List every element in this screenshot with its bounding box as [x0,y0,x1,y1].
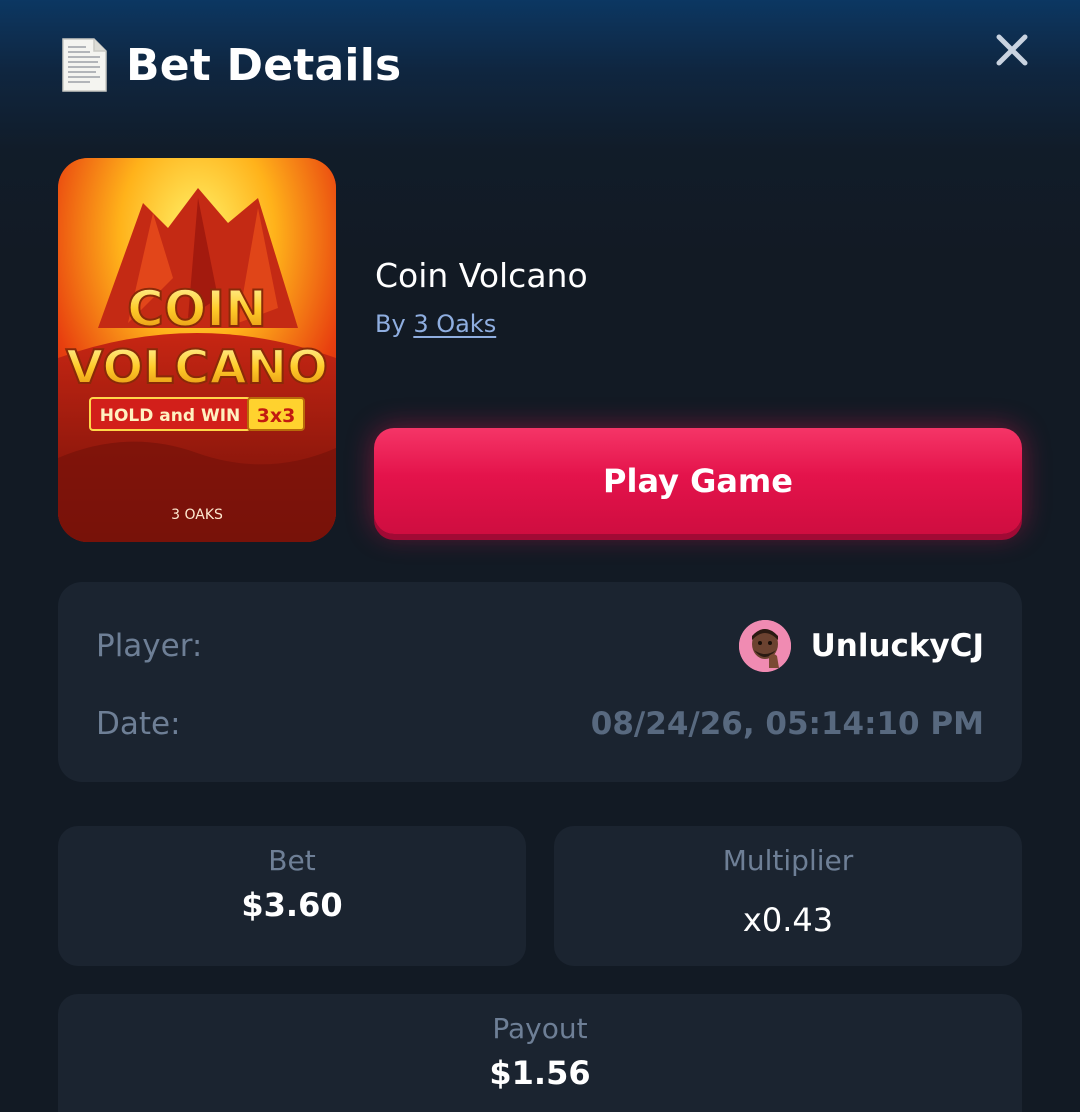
close-icon [996,34,1028,66]
provider-line: By 3 Oaks [375,310,496,338]
player-label: Player: [96,628,203,664]
avatar [738,620,791,672]
player-row: Player: UnluckyCJ [96,620,984,672]
thumbnail-badge-size: 3x3 [257,405,296,427]
date-row: Date: 08/24/26, 05:14:10 PM [96,700,984,748]
bet-details-modal: Bet Details COIN VOLCANO HOLD and WIN 3x… [0,0,1080,1112]
multiplier-stat-box: Multiplier x0.43 [554,826,1022,966]
date-value: 08/24/26, 05:14:10 PM [590,706,984,742]
game-name: Coin Volcano [375,256,588,295]
player-username: UnluckyCJ [810,628,984,664]
thumbnail-badge: HOLD and WIN [100,406,241,426]
payout-stat-box: Payout $1.56 [58,994,1022,1112]
bet-stat-box: Bet $3.60 [58,826,526,966]
game-thumbnail[interactable]: COIN VOLCANO HOLD and WIN 3x3 3 OAKS [58,158,336,542]
payout-label: Payout [492,1012,588,1045]
play-game-button[interactable]: Play Game [374,428,1022,534]
multiplier-value: x0.43 [742,901,834,939]
payout-value: $1.56 [489,1054,591,1092]
modal-title: Bet Details [126,39,402,91]
date-label: Date: [96,706,181,742]
multiplier-label: Multiplier [722,844,854,877]
bet-info-card: Player: UnluckyCJ Date: 08/24/26, 05:14:… [58,582,1022,782]
bet-value: $3.60 [241,886,343,924]
thumbnail-line2: VOLCANO [66,340,328,394]
close-button[interactable] [992,30,1032,70]
modal-header: Bet Details [60,34,401,96]
document-icon [60,37,108,93]
thumbnail-studio: 3 OAKS [171,507,223,523]
bet-label: Bet [268,844,316,877]
player-value[interactable]: UnluckyCJ [738,620,984,672]
provider-prefix: By [375,310,406,338]
thumbnail-line1: COIN [127,280,267,338]
provider-link[interactable]: 3 Oaks [413,310,496,338]
